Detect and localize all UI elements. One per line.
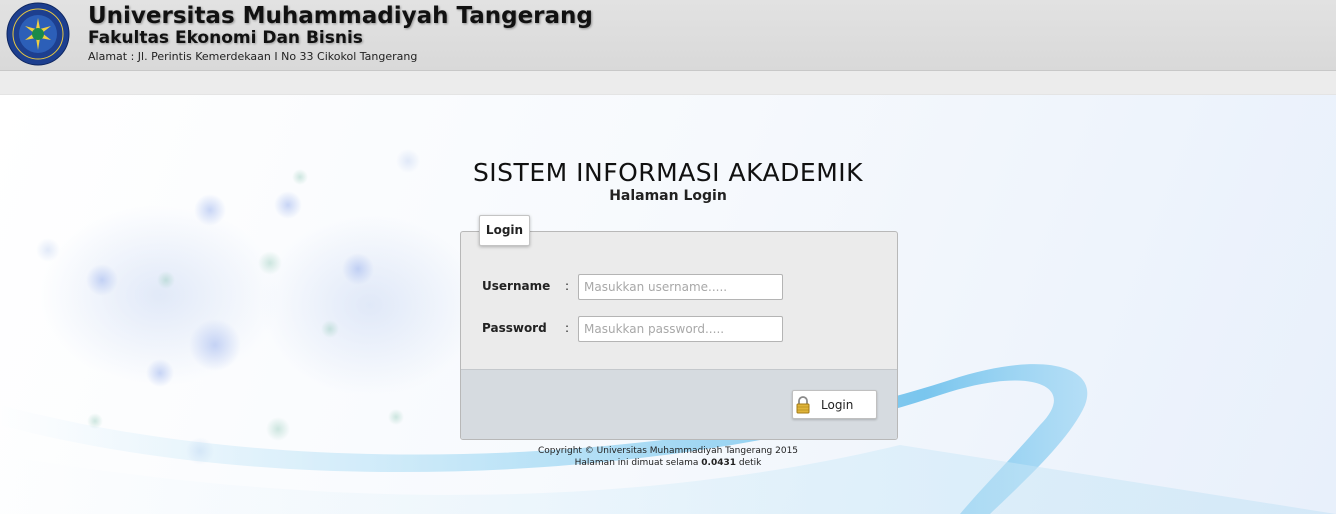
university-name: Universitas Muhammadiyah Tangerang: [88, 3, 593, 29]
site-header: Universitas Muhammadiyah Tangerang Fakul…: [0, 0, 1336, 71]
page-subtitle: Halaman Login: [609, 188, 727, 204]
login-tab: Login: [479, 215, 530, 246]
university-logo-icon: [6, 2, 70, 66]
password-input[interactable]: [578, 316, 783, 342]
username-label: Username: [482, 279, 551, 293]
username-input[interactable]: [578, 274, 783, 300]
login-button[interactable]: Login: [792, 390, 877, 419]
page-title: SISTEM INFORMASI AKADEMIK: [472, 158, 864, 187]
password-label: Password: [482, 321, 547, 335]
address-text: Alamat : Jl. Perintis Kemerdekaan I No 3…: [88, 50, 418, 63]
load-time-text: Halaman ini dimuat selama 0.0431 detik: [0, 457, 1336, 469]
load-time-suffix: detik: [736, 458, 762, 468]
password-colon: :: [565, 321, 570, 335]
username-colon: :: [565, 279, 570, 293]
header-subbar: [0, 71, 1336, 95]
footer: Copyright © Universitas Muhammadiyah Tan…: [0, 445, 1336, 469]
copyright-text: Copyright © Universitas Muhammadiyah Tan…: [537, 446, 799, 456]
load-time-value: 0.0431: [701, 458, 737, 468]
login-button-label: Login: [821, 398, 854, 412]
faculty-name: Fakultas Ekonomi Dan Bisnis: [88, 28, 363, 48]
lock-icon: [796, 396, 810, 414]
load-time-prefix: Halaman ini dimuat selama: [574, 458, 702, 468]
